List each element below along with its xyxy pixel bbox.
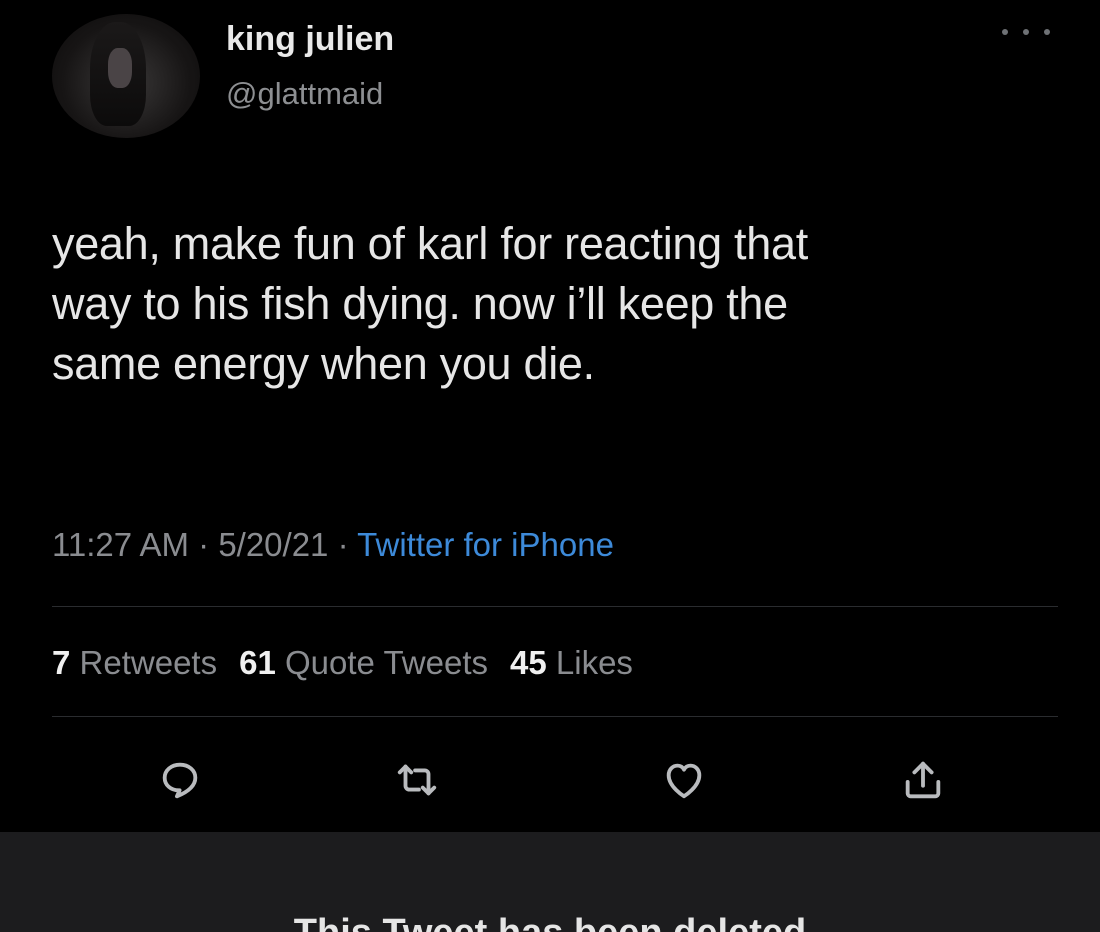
tweet-text-line: same energy when you die. [52, 338, 595, 389]
tweet-meta: 11:27 AM · 5/20/21 · Twitter for iPhone [52, 526, 614, 564]
deleted-tweet-message: This Tweet has been deleted [0, 912, 1100, 932]
user-handle[interactable]: @glattmaid [226, 76, 383, 112]
retweets-stat[interactable]: 7 Retweets [52, 644, 217, 681]
reply-button[interactable] [152, 752, 208, 808]
avatar[interactable] [52, 14, 200, 138]
divider [52, 716, 1058, 717]
share-button[interactable] [895, 752, 951, 808]
deleted-tweet-banner: This Tweet has been deleted [0, 832, 1100, 932]
avatar-face [108, 48, 132, 88]
more-options-icon[interactable] [1002, 22, 1050, 42]
likes-count: 45 [510, 644, 547, 681]
tweet-text-line: yeah, make fun of karl for reacting that [52, 218, 808, 269]
tweet-actions [0, 752, 1100, 812]
retweets-count: 7 [52, 644, 71, 681]
quote-tweets-label: Quote Tweets [284, 644, 488, 681]
tweet-time: 11:27 AM [52, 526, 189, 563]
retweet-icon [397, 764, 437, 796]
tweet-card: king julien @glattmaid yeah, make fun of… [0, 0, 1100, 832]
likes-label: Likes [555, 644, 633, 681]
retweet-button[interactable] [389, 752, 445, 808]
share-icon [905, 761, 941, 799]
meta-separator: · [188, 526, 219, 563]
tweet-date[interactable]: 5/20/21 [218, 526, 328, 563]
quote-tweets-stat[interactable]: 61 Quote Tweets [239, 644, 488, 681]
like-icon [666, 763, 702, 799]
tweet-text-line: way to his fish dying. now i’ll keep the [52, 278, 788, 329]
tweet-text: yeah, make fun of karl for reacting that… [52, 214, 1062, 394]
reply-icon [162, 762, 198, 799]
meta-separator: · [328, 526, 358, 563]
divider [52, 606, 1058, 607]
retweets-label: Retweets [79, 644, 218, 681]
display-name[interactable]: king julien [226, 20, 394, 59]
tweet-source-link[interactable]: Twitter for iPhone [357, 526, 614, 563]
tweet-stats: 7 Retweets 61 Quote Tweets 45 Likes [52, 644, 633, 682]
likes-stat[interactable]: 45 Likes [510, 644, 633, 681]
like-button[interactable] [656, 752, 712, 808]
quote-tweets-count: 61 [239, 644, 276, 681]
